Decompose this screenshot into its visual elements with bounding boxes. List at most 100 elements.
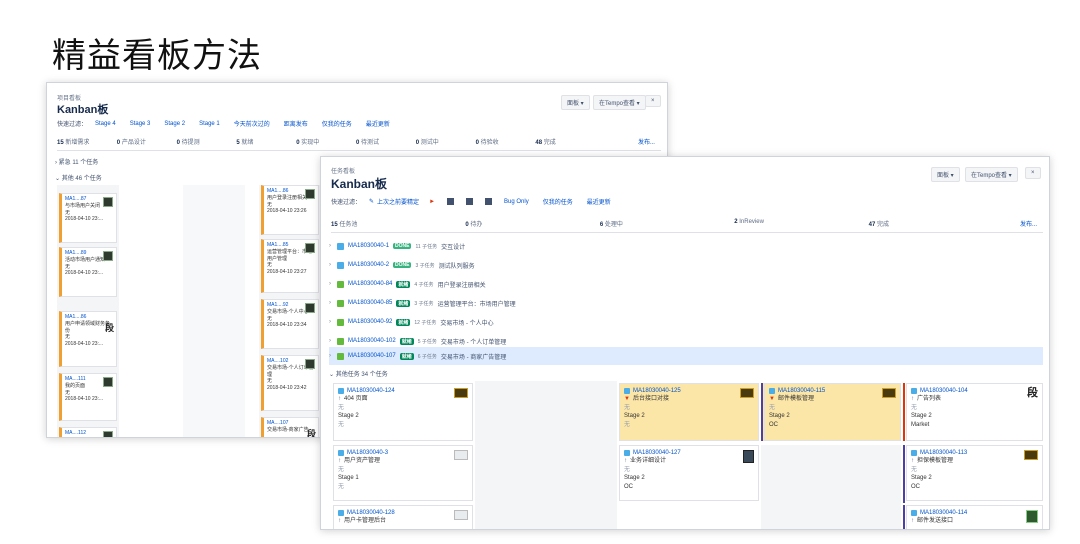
card[interactable]: MA18030040-127 ↑ 业务详细设计 无 Stage 2 OC (619, 445, 759, 501)
swimlane-other[interactable]: ⌄ 其他任务 34 个任务 (329, 369, 388, 378)
flag-icon[interactable]: ► (429, 199, 435, 205)
epic-row-selected[interactable]: › MA18030040-107 就绪 6 子任务 交易市场 - 商家广告管理 (329, 347, 1043, 365)
epic-row[interactable]: › MA18030040-85 就绪 3 子任务 运营管理平台：市场用户管理 (329, 294, 1043, 312)
column-header: 5 就绪 (236, 140, 254, 146)
priority-icon: ↑ (911, 396, 914, 403)
avatar (743, 450, 754, 463)
chevron-right-icon: › (329, 353, 331, 359)
card[interactable]: MA....112 (59, 427, 117, 437)
quick-filter-label: 快速过滤： (331, 200, 362, 206)
avatar (1026, 510, 1038, 523)
card[interactable]: MA1....86 用户申请领域财务备份无 2018-04-10 23:... 段 (59, 311, 117, 367)
board-dropdown[interactable]: 面板 ▾ (561, 95, 590, 110)
swimlane-urgent[interactable]: › 紧急 11 个任务 (55, 157, 98, 166)
quick-filter[interactable]: 仅我的任务 (322, 119, 352, 128)
priority-border (903, 383, 905, 441)
priority-border (761, 383, 763, 441)
tempo-dropdown[interactable]: 在Tempo查看 ▾ (965, 167, 1018, 182)
avatar (103, 251, 113, 261)
chevron-right-icon: › (329, 338, 331, 344)
kanban-screenshot-front: 任务看板 Kanban板 面板 ▾ 在Tempo查看 ▾ × 快速过滤： ✎ 上… (320, 156, 1050, 530)
avatar (454, 450, 468, 460)
epic-row[interactable]: › MA18030040-1 DONE 11 子任务 交互设计 (329, 237, 1043, 255)
card[interactable]: MA18030040-124 ↑ 404 页面 无 Stage 2无 (333, 383, 473, 441)
quick-filter[interactable]: 今天前次过的 (234, 119, 270, 128)
card[interactable]: MA18030040-114 ↑ 邮件发送接口 (906, 505, 1043, 529)
column-headers: 15 任务池 0 待办 6 处理中 2 InReview 47 完成 发布... (331, 219, 1043, 233)
card[interactable]: MA1....86 用户登录注册相关无 2018-04-10 23:26 (261, 185, 319, 235)
column-header: 0 产品设计 (116, 140, 146, 146)
story-type-icon (337, 299, 344, 307)
quick-filter[interactable]: 上次之前要精定 (377, 197, 419, 206)
avatar-glyph-icon: 段 (1027, 387, 1038, 399)
swimlane-other[interactable]: ⌄ 其他 46 个任务 (55, 173, 102, 182)
close-icon[interactable]: × (1025, 167, 1041, 179)
task-icon[interactable] (466, 198, 474, 205)
avatar (103, 431, 113, 437)
card[interactable]: MA18030040-125 ▼ 后台接口对接 无 Stage 2无 (619, 383, 759, 441)
quick-filter[interactable]: 距离发布 (284, 119, 308, 128)
board-title: Kanban板 (57, 104, 109, 116)
task-type-icon (624, 388, 630, 395)
card[interactable]: MA1....92 交易市场-个人中心无 2018-04-10 23:34 (261, 299, 319, 349)
card[interactable]: MA1....87 与市场用户关闭无 2018-04-10 23:... (59, 193, 117, 243)
quick-filter[interactable]: Stage 4 (95, 121, 116, 127)
column-header: 0 测试中 (415, 140, 439, 146)
avatar (103, 197, 113, 207)
slide-title: 精益看板方法 (52, 36, 262, 76)
card[interactable]: MA....107 交易市场-商家广告段 (261, 417, 319, 438)
card[interactable]: MA....111 我的页面无 2018-04-10 23:... (59, 373, 117, 421)
story-icon[interactable] (447, 198, 455, 205)
close-icon[interactable]: × (645, 95, 661, 107)
quick-filter[interactable]: 最近更新 (366, 119, 390, 128)
quick-filter[interactable]: 仅我的任务 (543, 197, 573, 206)
chevron-right-icon: › (329, 281, 331, 287)
task-type-icon (911, 388, 917, 395)
quick-filters: 快速过滤： Stage 4 Stage 3 Stage 2 Stage 1 今天… (57, 119, 404, 129)
card[interactable]: MA....102 交易市场-个人订单管理无 2018-04-10 23:42 (261, 355, 319, 411)
column-header: 0 待办 (465, 222, 483, 228)
card[interactable]: MA18030040-128 ↑ 用户卡管理后台 (333, 505, 473, 529)
avatar-glyph-icon: 段 (306, 429, 316, 438)
avatar (305, 303, 315, 313)
tempo-dropdown[interactable]: 在Tempo查看 ▾ (593, 95, 646, 110)
card[interactable]: MA18030040-104 ↑ 广告列表 无 Stage 2 Market 段 (906, 383, 1043, 441)
priority-border (903, 505, 905, 529)
quick-filter[interactable]: Stage 3 (130, 121, 151, 127)
quick-filter[interactable]: Stage 2 (164, 121, 185, 127)
avatar (454, 510, 468, 520)
priority-icon: ▼ (624, 396, 630, 403)
column-header: 0 待验收 (475, 140, 499, 146)
card[interactable]: MA1....85 运营管理平台：市场用户管理无 2018-04-10 23:27 (261, 239, 319, 293)
epic-row[interactable]: › MA18030040-92 就绪 12 子任务 交易市场 - 个人中心 (329, 313, 1043, 331)
column-header: 0 待测试 (355, 140, 380, 146)
column-header: 2 InReview (734, 219, 764, 225)
card[interactable]: MA18030040-115 ▼ 邮件模板管理 无 Stage 2 OC (764, 383, 901, 441)
column-header: 0 实现中 (296, 140, 320, 146)
priority-border (903, 445, 905, 503)
card[interactable]: MA1....89 活动市场用户通知无 2018-04-10 23:... (59, 247, 117, 297)
column-design (183, 185, 245, 437)
card[interactable]: MA18030040-3 ↑ 用户资产管理 无 Stage 1无 (333, 445, 473, 501)
task-type-icon (769, 388, 775, 395)
quick-filter[interactable]: Stage 1 (199, 121, 220, 127)
epic-row[interactable]: › MA18030040-2 DONE 3 子任务 测试队列服务 (329, 256, 1043, 274)
column-header: 15 任务池 (331, 222, 358, 228)
avatar-glyph-icon: 段 (104, 323, 114, 333)
card[interactable]: MA18030040-113 ↑ 担保模板管理 无 Stage 2 OC (906, 445, 1043, 501)
subtask-icon[interactable] (485, 198, 493, 205)
quick-filter[interactable]: 最近更新 (587, 197, 611, 206)
release-link[interactable]: 发布... (1003, 219, 1043, 232)
release-link[interactable]: 发布... (595, 137, 661, 150)
column-header: 6 处理中 (599, 222, 623, 228)
quick-filter[interactable]: Bug Only (504, 199, 529, 205)
story-type-icon (337, 318, 344, 326)
avatar (1024, 450, 1038, 460)
chevron-right-icon: › (329, 319, 331, 325)
epic-row[interactable]: › MA18030040-84 就绪 4 子任务 用户登录注册相关 (329, 275, 1043, 293)
board-dropdown[interactable]: 面板 ▾ (931, 167, 960, 182)
priority-icon: ↑ (911, 518, 914, 525)
quick-filters: 快速过滤： ✎ 上次之前要精定 ► Bug Only 仅我的任务 最近更新 (331, 197, 625, 206)
avatar (882, 388, 896, 398)
column-todo (475, 381, 617, 529)
